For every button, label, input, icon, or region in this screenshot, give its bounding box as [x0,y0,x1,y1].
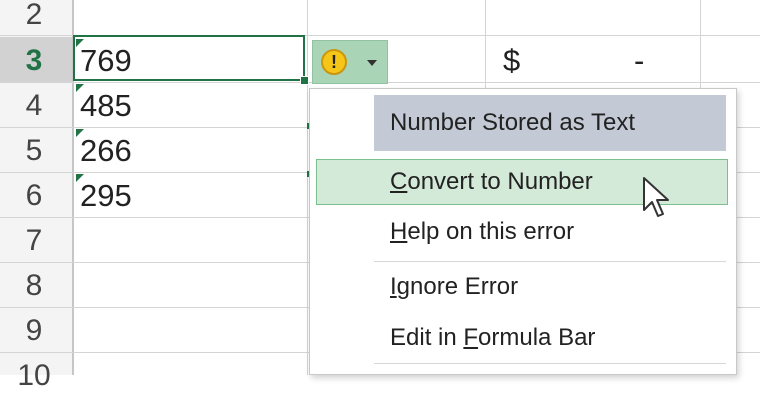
error-indicator-icon [76,129,84,137]
error-indicator-icon [76,84,84,92]
menu-item-accel: H [390,218,408,245]
menu-item-label: Help on this error [390,212,574,252]
error-context-menu: Number Stored as Text Convert to Number … [309,88,737,375]
row-number[interactable]: 3 [0,38,68,83]
row-number[interactable]: 2 [0,0,68,37]
menu-item-convert-to-number[interactable]: Convert to Number [310,159,736,205]
grid-line [307,0,308,375]
menu-item-accel: F [463,324,479,351]
menu-item-label-post: ormula Bar [478,324,596,351]
active-cell-border [73,35,305,81]
menu-item-label-post: gnore Error [396,273,519,300]
menu-header-label: Number Stored as Text [390,109,636,136]
menu-item-label-pre: Edit in [390,324,464,351]
menu-separator [374,363,726,364]
row-number[interactable]: 9 [0,308,68,353]
menu-item-label: Convert to Number [390,162,593,202]
currency-value[interactable]: - [634,38,644,83]
row-number[interactable]: 6 [0,173,68,218]
error-options-button[interactable]: ! [312,40,388,84]
chevron-down-icon [367,60,377,66]
menu-item-label-post: onvert to Number [407,168,593,195]
menu-item-label-post: elp on this error [407,218,575,245]
cell-value[interactable]: 485 [80,83,280,128]
row-number[interactable]: 10 [0,353,68,398]
row-number[interactable]: 7 [0,218,68,263]
menu-item-help-on-this-error[interactable]: Help on this error [310,211,736,257]
menu-item-accel: C [390,168,408,195]
menu-item-ignore-error[interactable]: Ignore Error [310,265,736,311]
row-number[interactable]: 8 [0,263,68,308]
mouse-pointer-icon [643,177,669,217]
menu-item-edit-in-formula-bar[interactable]: Edit in Formula Bar [310,317,736,363]
menu-item-label: Edit in Formula Bar [390,318,595,358]
menu-separator [374,261,726,262]
menu-item-accel: I [390,273,397,300]
cell-value[interactable]: 295 [80,173,280,218]
row-number[interactable]: 5 [0,128,68,173]
menu-item-label: Ignore Error [390,267,518,307]
currency-symbol[interactable]: $ [503,38,520,83]
cell-value[interactable]: 266 [80,128,280,173]
warning-icon: ! [321,49,347,75]
row-number[interactable]: 4 [0,83,68,128]
error-indicator-icon [76,174,84,182]
